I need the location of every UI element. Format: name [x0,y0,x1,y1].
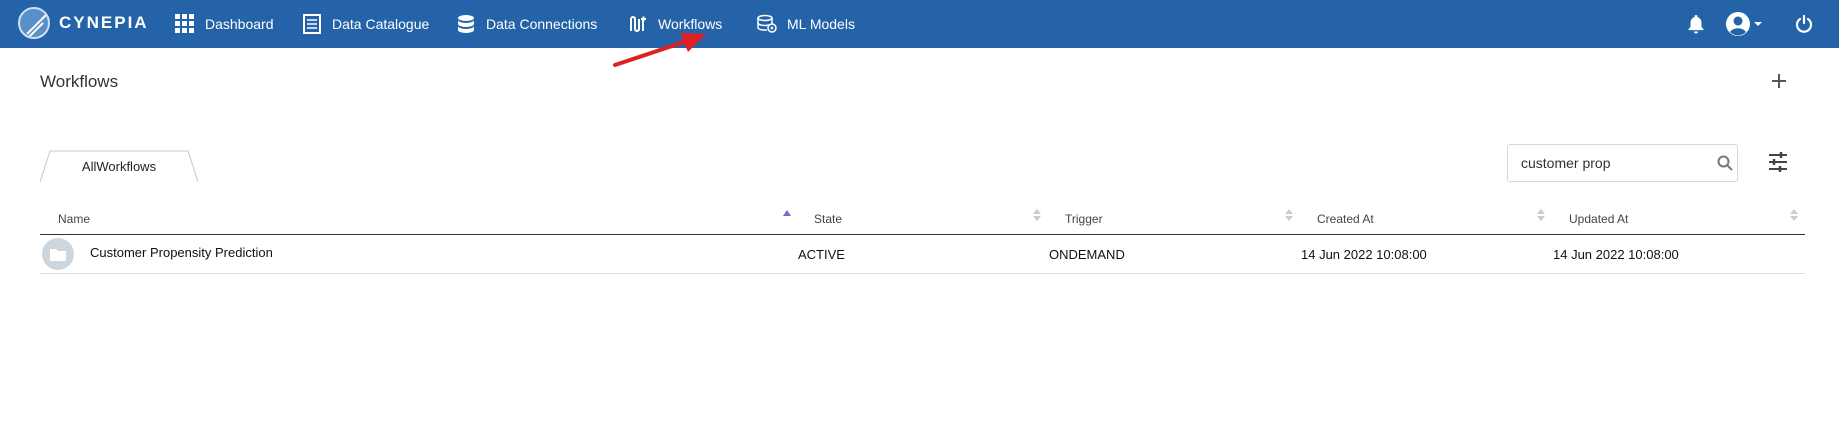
nav-item-data-catalogue[interactable]: Data Catalogue [301,0,429,48]
sliders-icon [1769,152,1787,172]
search-box [1507,144,1738,182]
column-header-name[interactable]: Name [58,202,90,235]
sort-ascending-icon[interactable] [782,207,792,223]
cell-created-at: 14 Jun 2022 10:08:00 [1301,246,1427,262]
cell-updated-at: 14 Jun 2022 10:08:00 [1553,246,1679,262]
database-icon [455,13,477,35]
document-icon [301,13,323,35]
user-avatar-icon[interactable] [1724,12,1764,36]
ml-models-icon [756,13,778,35]
nav-item-ml-models[interactable]: ML Models [756,0,855,48]
column-header-created-at[interactable]: Created At [1317,202,1374,235]
page-title: Workflows [40,72,119,91]
bell-icon[interactable] [1684,12,1708,36]
nav-item-dashboard[interactable]: Dashboard [174,0,274,48]
add-workflow-button[interactable] [1768,70,1790,92]
tab-label: Shared With Me [373,158,467,174]
plus-icon [1772,74,1786,88]
power-icon[interactable] [1792,12,1816,36]
tab-background [190,150,350,182]
column-header-updated-at[interactable]: Updated At [1569,202,1628,235]
table-header: Name State Trigger Created At Updated At [40,202,1805,235]
nav-item-label: Data Connections [486,16,598,32]
cell-state: ACTIVE [798,246,845,262]
sort-icon[interactable] [1536,207,1546,223]
brand-name: CYNEPIA [59,13,149,32]
column-header-state[interactable]: State [814,202,842,235]
search-icon[interactable] [1717,155,1733,171]
top-navbar: CYNEPIA Dashboard Data Catalogue Data Co… [0,0,1839,48]
filter-settings-button[interactable] [1767,151,1789,173]
tab-background [340,150,500,182]
tab-all-workflows[interactable]: AllWorkflows [40,150,198,182]
sort-icon[interactable] [1789,207,1799,223]
cell-trigger: ONDEMAND [1049,246,1125,262]
nav-item-label: Data Catalogue [332,16,430,32]
brand[interactable]: CYNEPIA [18,7,149,39]
workflow-name-link[interactable]: Customer Propensity Prediction [90,233,273,271]
annotation-arrow [613,33,706,67]
nav-item-label: Dashboard [205,16,274,32]
search-input[interactable] [1521,145,1711,181]
grid-icon [174,13,196,35]
sort-icon[interactable] [1284,207,1294,223]
column-header-trigger[interactable]: Trigger [1065,202,1103,235]
workflows-table: Name State Trigger Created At Updated At… [40,202,1805,274]
nav-item-label: ML Models [787,16,855,32]
nav-item-data-connections[interactable]: Data Connections [455,0,597,48]
tab-my-workflows[interactable]: My Workflows [190,150,350,182]
tab-shared-with-me[interactable]: Shared With Me [340,150,500,182]
sort-icon[interactable] [1032,207,1042,223]
tab-label: AllWorkflows [81,158,157,174]
cynepia-logo-icon [18,7,50,39]
folder-icon [42,238,74,270]
table-row[interactable]: Customer Propensity Prediction ACTIVE ON… [40,235,1805,274]
tab-label: My Workflows [229,158,311,174]
